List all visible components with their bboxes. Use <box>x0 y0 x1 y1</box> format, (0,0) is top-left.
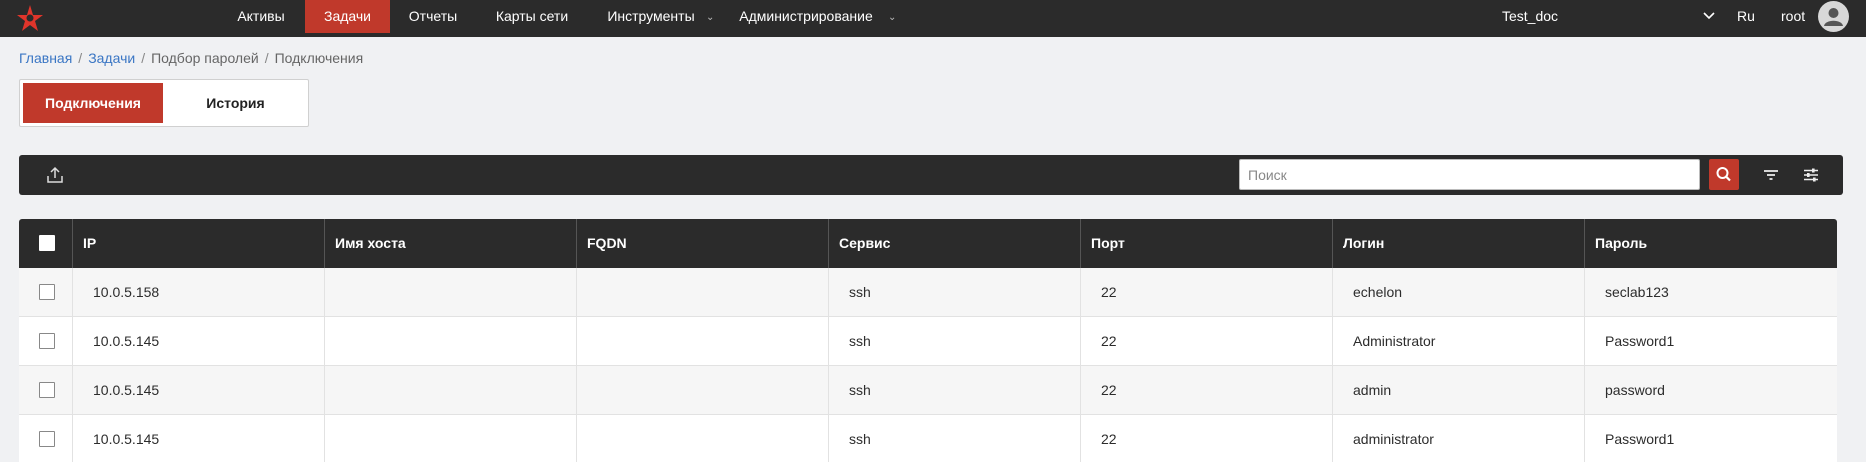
cell-login: administrator <box>1332 415 1584 462</box>
cell-fqdn <box>576 317 828 366</box>
breadcrumb-separator: / <box>264 50 269 66</box>
cell-port: 22 <box>1080 268 1332 317</box>
table-row[interactable]: 10.0.5.158 ssh 22 echelon seclab123 <box>19 268 1837 317</box>
cell-fqdn <box>576 268 828 317</box>
cell-service: ssh <box>828 415 1080 462</box>
chevron-down-icon: ⌄ <box>706 12 715 23</box>
column-header-fqdn[interactable]: FQDN <box>576 219 828 268</box>
header-select-cell <box>19 219 72 268</box>
chevron-down-icon[interactable] <box>1702 9 1716 23</box>
select-cell <box>19 268 72 317</box>
table-toolbar <box>19 155 1843 195</box>
cell-port: 22 <box>1080 415 1332 462</box>
search-input[interactable] <box>1239 159 1700 190</box>
filter-icon[interactable] <box>1761 165 1781 185</box>
cell-login: admin <box>1332 366 1584 415</box>
column-header-port[interactable]: Порт <box>1080 219 1332 268</box>
nav-item-reports[interactable]: Отчеты <box>398 0 468 33</box>
cell-ip: 10.0.5.158 <box>72 268 324 317</box>
cell-fqdn <box>576 415 828 462</box>
top-navbar: Активы Задачи Отчеты Карты сети Инструме… <box>0 0 1866 37</box>
table-row[interactable]: 10.0.5.145 ssh 22 administrator Password… <box>19 415 1837 462</box>
breadcrumb-separator: / <box>78 50 83 66</box>
breadcrumb-tasks[interactable]: Задачи <box>88 50 135 66</box>
column-header-ip[interactable]: IP <box>72 219 324 268</box>
cell-ip: 10.0.5.145 <box>72 366 324 415</box>
tab-switcher: Подключения История <box>19 79 309 127</box>
cell-service: ssh <box>828 317 1080 366</box>
breadcrumb-home[interactable]: Главная <box>19 50 72 66</box>
cell-password: Password1 <box>1584 415 1837 462</box>
column-header-password[interactable]: Пароль <box>1584 219 1837 268</box>
row-checkbox[interactable] <box>39 333 55 349</box>
nav-item-tasks[interactable]: Задачи <box>305 0 390 33</box>
select-cell <box>19 415 72 462</box>
search-icon <box>1716 167 1731 182</box>
star-logo-icon[interactable] <box>16 4 44 32</box>
avatar[interactable] <box>1818 1 1849 32</box>
breadcrumb-current: Подключения <box>274 50 364 66</box>
breadcrumb: Главная / Задачи / Подбор паролей / Подключени… <box>19 50 363 66</box>
cell-hostname <box>324 366 576 415</box>
search-button[interactable] <box>1709 159 1739 190</box>
cell-service: ssh <box>828 268 1080 317</box>
chevron-down-icon: ⌄ <box>888 12 897 23</box>
cell-password: Password1 <box>1584 317 1837 366</box>
project-selector[interactable]: Test_doc <box>1502 0 1558 33</box>
cell-hostname <box>324 317 576 366</box>
user-icon <box>1824 8 1843 26</box>
select-cell <box>19 317 72 366</box>
row-checkbox[interactable] <box>39 284 55 300</box>
cell-hostname <box>324 415 576 462</box>
cell-login: Administrator <box>1332 317 1584 366</box>
cell-hostname <box>324 268 576 317</box>
cell-password: seclab123 <box>1584 268 1837 317</box>
cell-service: ssh <box>828 366 1080 415</box>
nav-item-tools[interactable]: Инструменты <box>598 0 704 33</box>
breadcrumb-separator: / <box>141 50 146 66</box>
username[interactable]: root <box>1781 0 1805 33</box>
connections-table: IP Имя хоста FQDN Сервис Порт Логин Паро… <box>19 219 1837 462</box>
cell-ip: 10.0.5.145 <box>72 317 324 366</box>
column-header-login[interactable]: Логин <box>1332 219 1584 268</box>
column-settings-icon[interactable] <box>1801 165 1821 185</box>
export-icon[interactable] <box>45 165 65 185</box>
tab-connections[interactable]: Подключения <box>23 83 163 123</box>
row-checkbox[interactable] <box>39 431 55 447</box>
select-cell <box>19 366 72 415</box>
language-switcher[interactable]: Ru <box>1737 0 1755 33</box>
nav-item-assets[interactable]: Активы <box>223 0 299 33</box>
nav-item-network-maps[interactable]: Карты сети <box>484 0 580 33</box>
row-checkbox[interactable] <box>39 382 55 398</box>
cell-fqdn <box>576 366 828 415</box>
cell-login: echelon <box>1332 268 1584 317</box>
column-header-hostname[interactable]: Имя хоста <box>324 219 576 268</box>
table-row[interactable]: 10.0.5.145 ssh 22 admin password <box>19 366 1837 415</box>
nav-item-administration[interactable]: Администрирование <box>736 0 876 33</box>
table-header: IP Имя хоста FQDN Сервис Порт Логин Паро… <box>19 219 1837 268</box>
cell-ip: 10.0.5.145 <box>72 415 324 462</box>
breadcrumb-bruteforce: Подбор паролей <box>151 50 259 66</box>
select-all-checkbox[interactable] <box>39 235 55 251</box>
column-header-service[interactable]: Сервис <box>828 219 1080 268</box>
cell-password: password <box>1584 366 1837 415</box>
tab-history[interactable]: История <box>165 83 306 123</box>
cell-port: 22 <box>1080 366 1332 415</box>
cell-port: 22 <box>1080 317 1332 366</box>
table-row[interactable]: 10.0.5.145 ssh 22 Administrator Password… <box>19 317 1837 366</box>
